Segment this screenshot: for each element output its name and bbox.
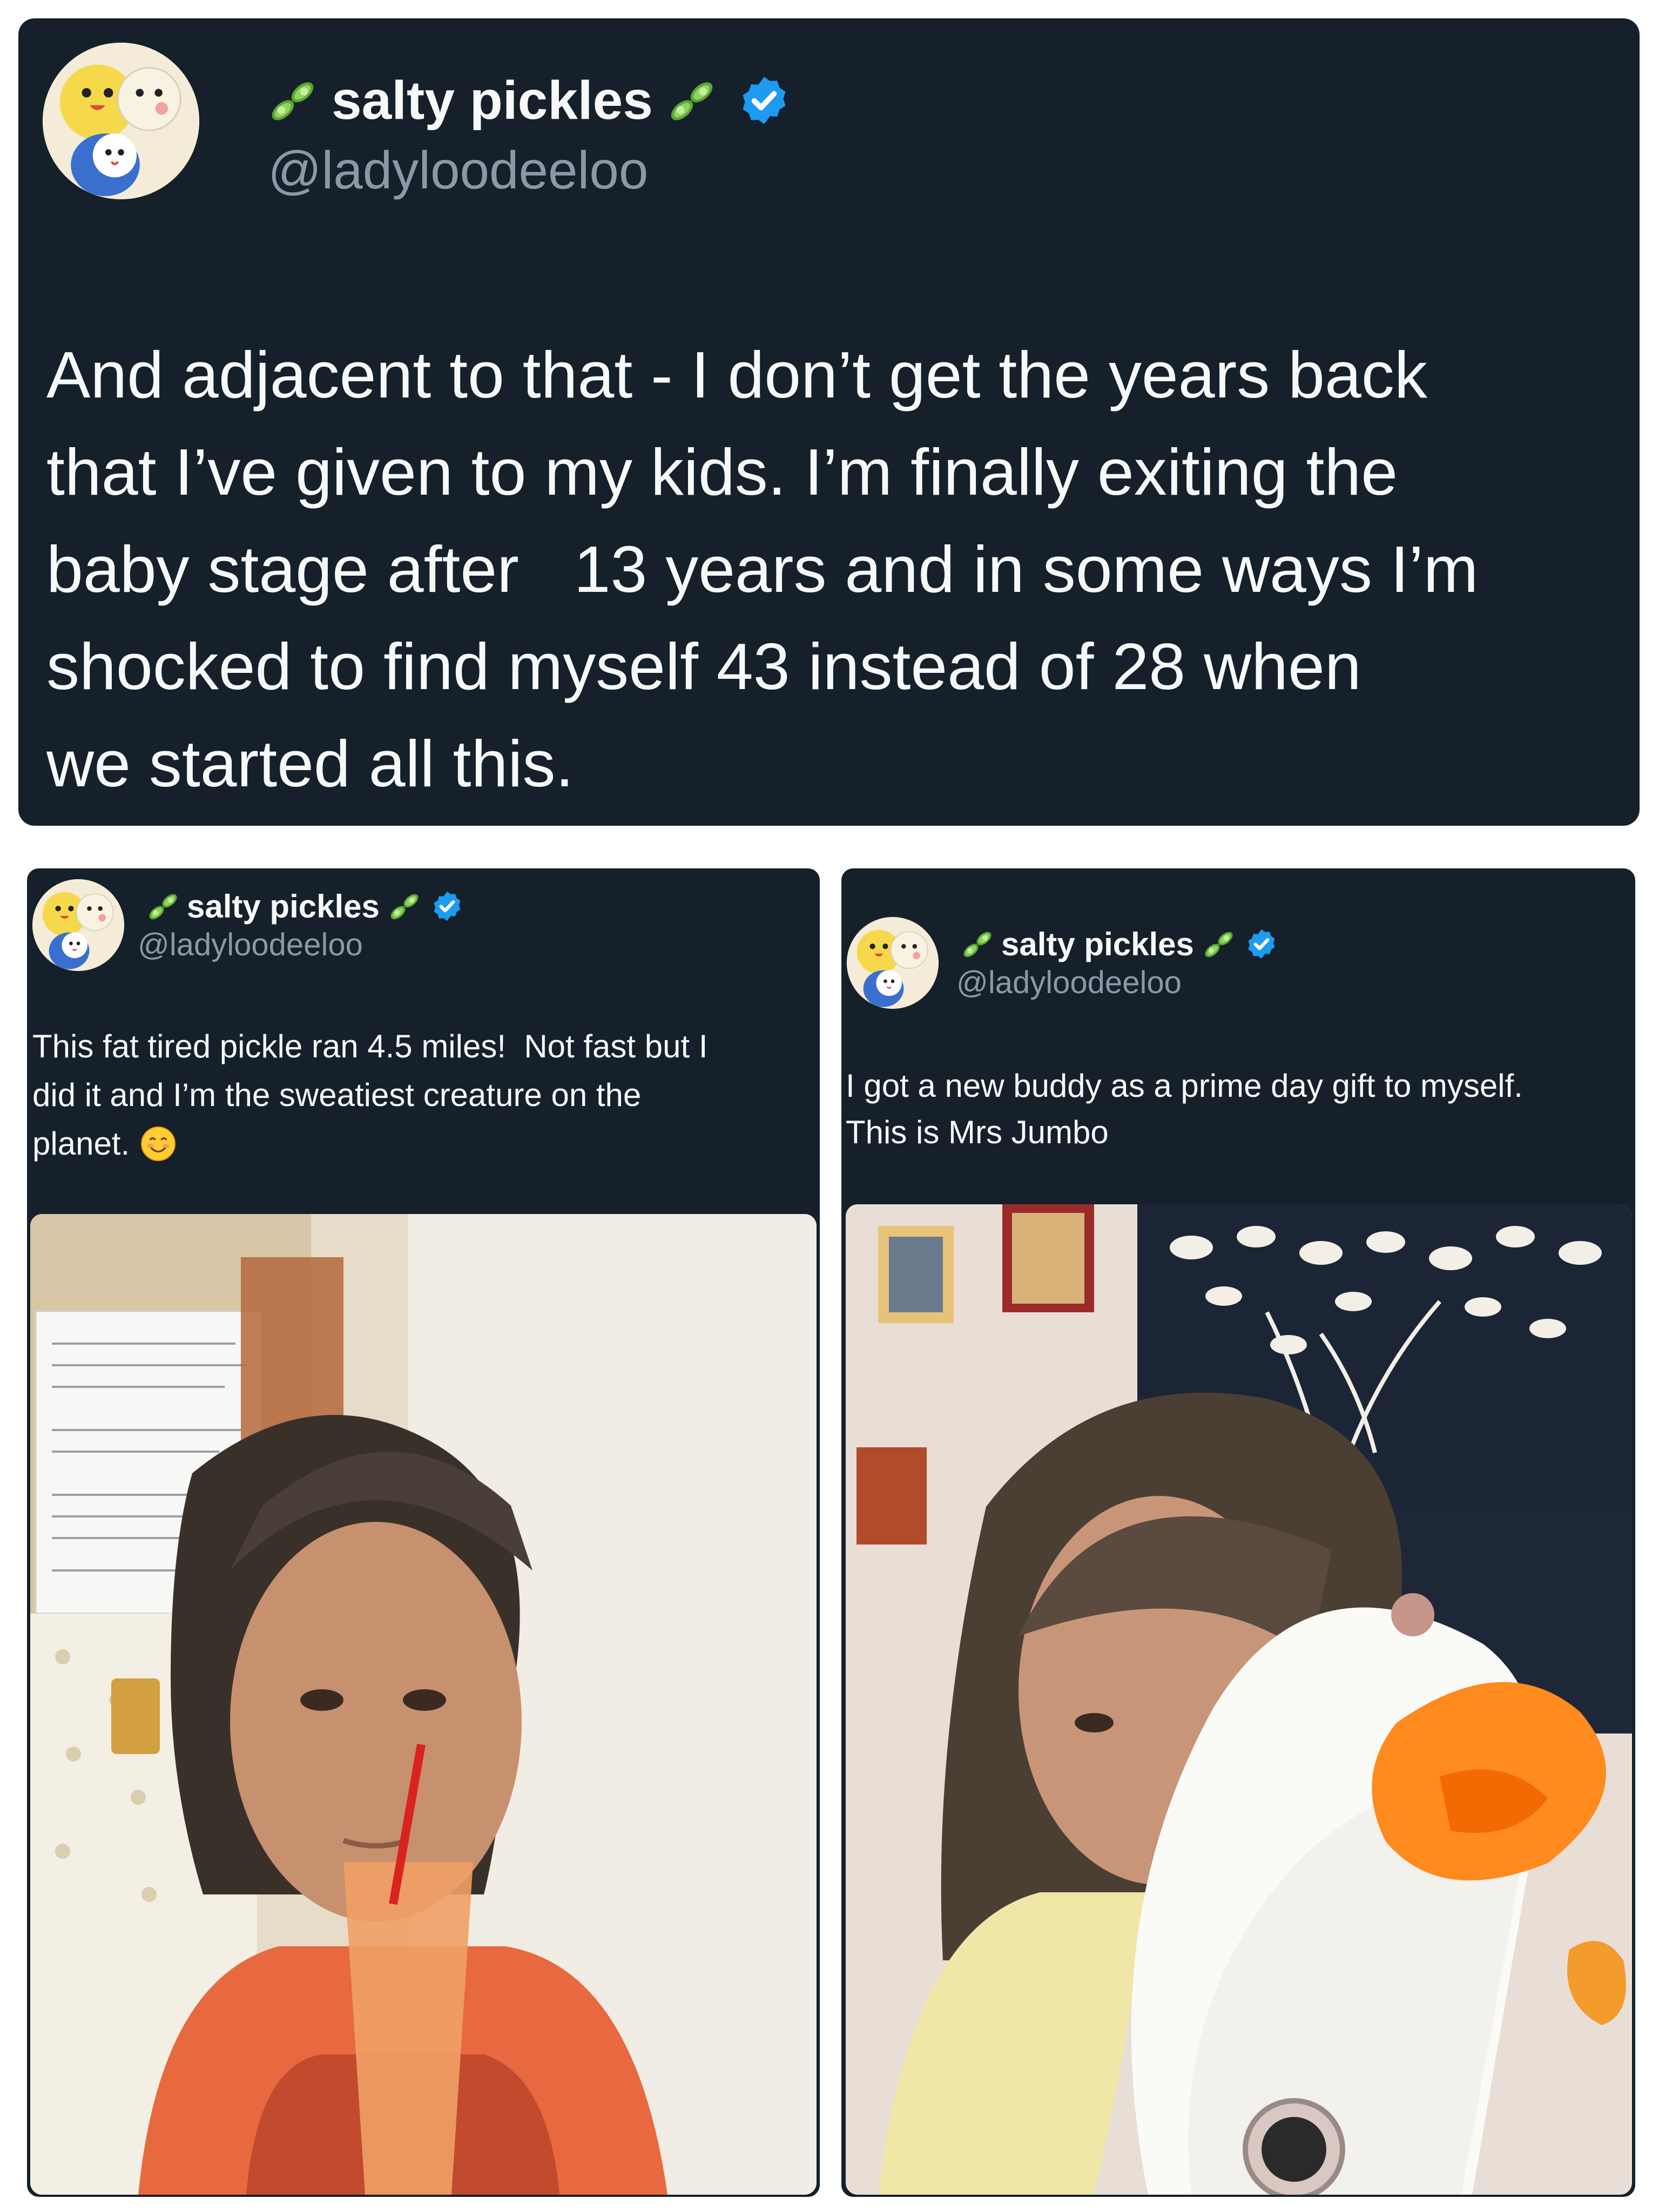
- cucumber-icon: [387, 889, 422, 923]
- tweet-text-line: This fat tired pickle ran 4.5 miles! Not…: [32, 1028, 708, 1064]
- cucumber-icon: [666, 75, 718, 126]
- tweet-text: I got a new buddy as a prime day gift to…: [846, 1063, 1523, 1156]
- tweet-text-last-line: planet.: [32, 1120, 708, 1168]
- avatar-icon: [32, 879, 124, 971]
- tweet-text-line: shocked to find myself 43 instead of 28 …: [46, 630, 1361, 703]
- tweet-text-line: baby stage after 13 years and in some wa…: [46, 532, 1479, 606]
- cucumber-icon: [146, 889, 180, 923]
- avatar[interactable]: [43, 43, 199, 199]
- verified-badge-icon: [430, 889, 464, 923]
- author-handle[interactable]: @ladyloodeeloo: [268, 140, 648, 201]
- avatar[interactable]: [32, 879, 124, 971]
- tweet-text-line: did it and I’m the sweatiest creature on…: [32, 1077, 642, 1113]
- tweet-text-line: I got a new buddy as a prime day gift to…: [846, 1068, 1523, 1104]
- tweet-media-photo[interactable]: [30, 1214, 817, 2195]
- author-name-row[interactable]: salty pickles: [960, 922, 1278, 966]
- author-name-row[interactable]: salty pickles: [146, 885, 464, 928]
- verified-badge-icon: [1245, 927, 1278, 961]
- main-tweet-card[interactable]: salty pickles @ladyloodeeloo And adjacen…: [18, 18, 1640, 826]
- selfie-photo-image: [846, 1204, 1632, 2195]
- tweet-text-line: This is Mrs Jumbo: [846, 1114, 1109, 1150]
- verified-badge-icon: [737, 73, 791, 127]
- cucumber-icon: [1202, 927, 1236, 961]
- tweet-text-line: we started all this.: [46, 727, 574, 800]
- tweet-text: And adjacent to that - I don’t get the y…: [46, 326, 1478, 812]
- display-name: salty pickles: [187, 888, 380, 925]
- right-tweet-card[interactable]: salty pickles @ladyloodeeloo I got a new…: [841, 868, 1635, 2197]
- author-handle[interactable]: @ladyloodeeloo: [138, 927, 363, 963]
- left-tweet-card[interactable]: salty pickles @ladyloodeeloo This fat ti…: [27, 868, 820, 2197]
- display-name: salty pickles: [1001, 926, 1194, 962]
- avatar-icon: [847, 917, 939, 1009]
- selfie-photo-image: [30, 1214, 817, 2195]
- tweet-text-line: And adjacent to that - I don’t get the y…: [46, 338, 1427, 412]
- author-name-row[interactable]: salty pickles: [267, 68, 791, 133]
- tweet-text: This fat tired pickle ran 4.5 miles! Not…: [32, 1022, 708, 1168]
- tweet-text-line: planet.: [32, 1125, 130, 1162]
- cucumber-icon: [267, 75, 319, 126]
- smiling-face-icon: [140, 1126, 176, 1162]
- display-name: salty pickles: [332, 70, 653, 131]
- tweet-text-line: that I’ve given to my kids. I’m finally …: [46, 435, 1398, 509]
- avatar-icon: [43, 43, 199, 199]
- tweet-media-photo[interactable]: [846, 1204, 1632, 2195]
- author-handle[interactable]: @ladyloodeeloo: [956, 965, 1182, 1001]
- cucumber-icon: [960, 927, 995, 961]
- avatar[interactable]: [847, 917, 939, 1009]
